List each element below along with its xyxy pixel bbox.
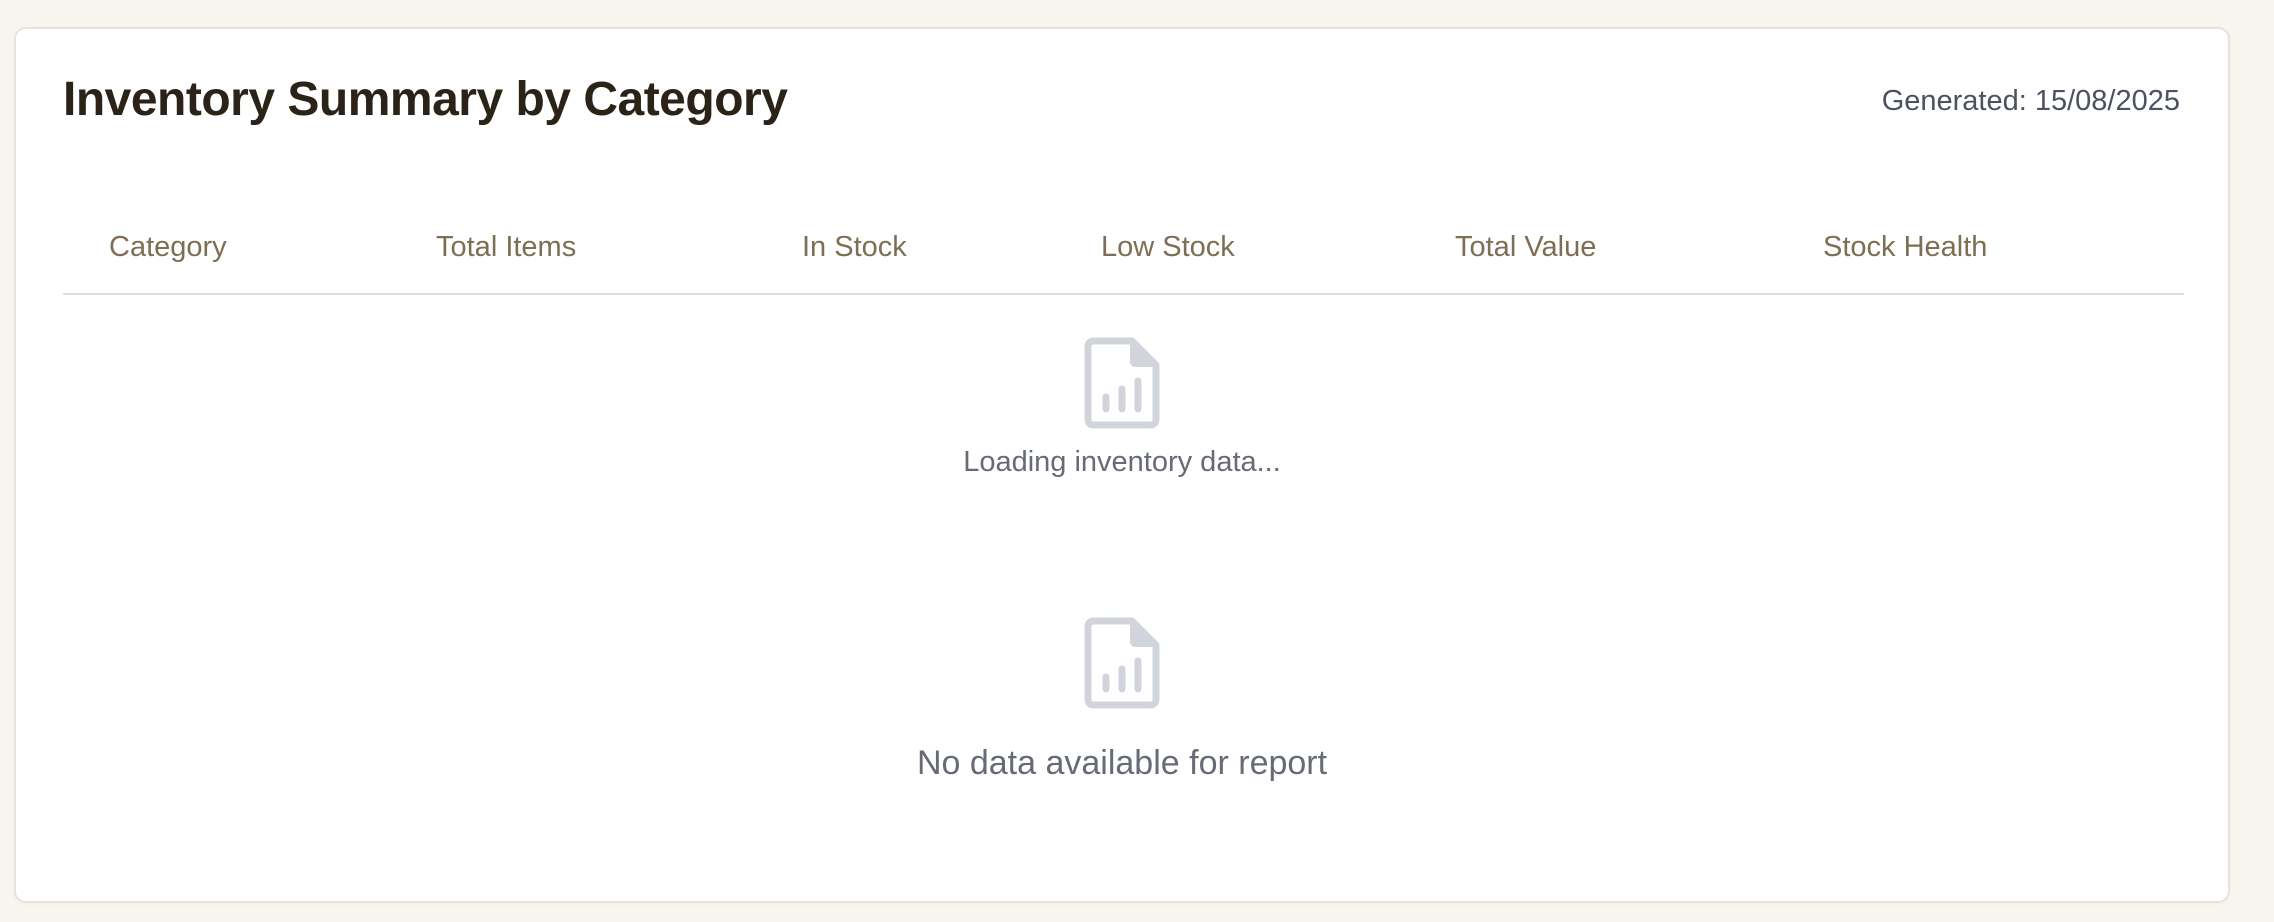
inventory-report-card: Inventory Summary by Category Generated:… (14, 27, 2230, 903)
column-header-stock-health: Stock Health (1823, 231, 1988, 263)
report-title: Inventory Summary by Category (63, 73, 788, 126)
document-chart-icon (1084, 337, 1160, 429)
loading-message: Loading inventory data... (963, 446, 1281, 478)
loading-state: Loading inventory data... (16, 337, 2228, 479)
generated-date: Generated: 15/08/2025 (1881, 85, 2180, 117)
column-header-total-value: Total Value (1455, 231, 1597, 263)
empty-state: No data available for report (16, 617, 2228, 783)
column-header-low-stock: Low Stock (1101, 231, 1235, 263)
no-data-message: No data available for report (916, 744, 1328, 782)
column-header-in-stock: In Stock (802, 231, 907, 263)
table-header: Category Total Items In Stock Low Stock … (63, 199, 2184, 295)
column-header-category: Category (109, 231, 227, 263)
column-header-total-items: Total Items (436, 231, 577, 263)
document-chart-icon (1084, 617, 1160, 709)
